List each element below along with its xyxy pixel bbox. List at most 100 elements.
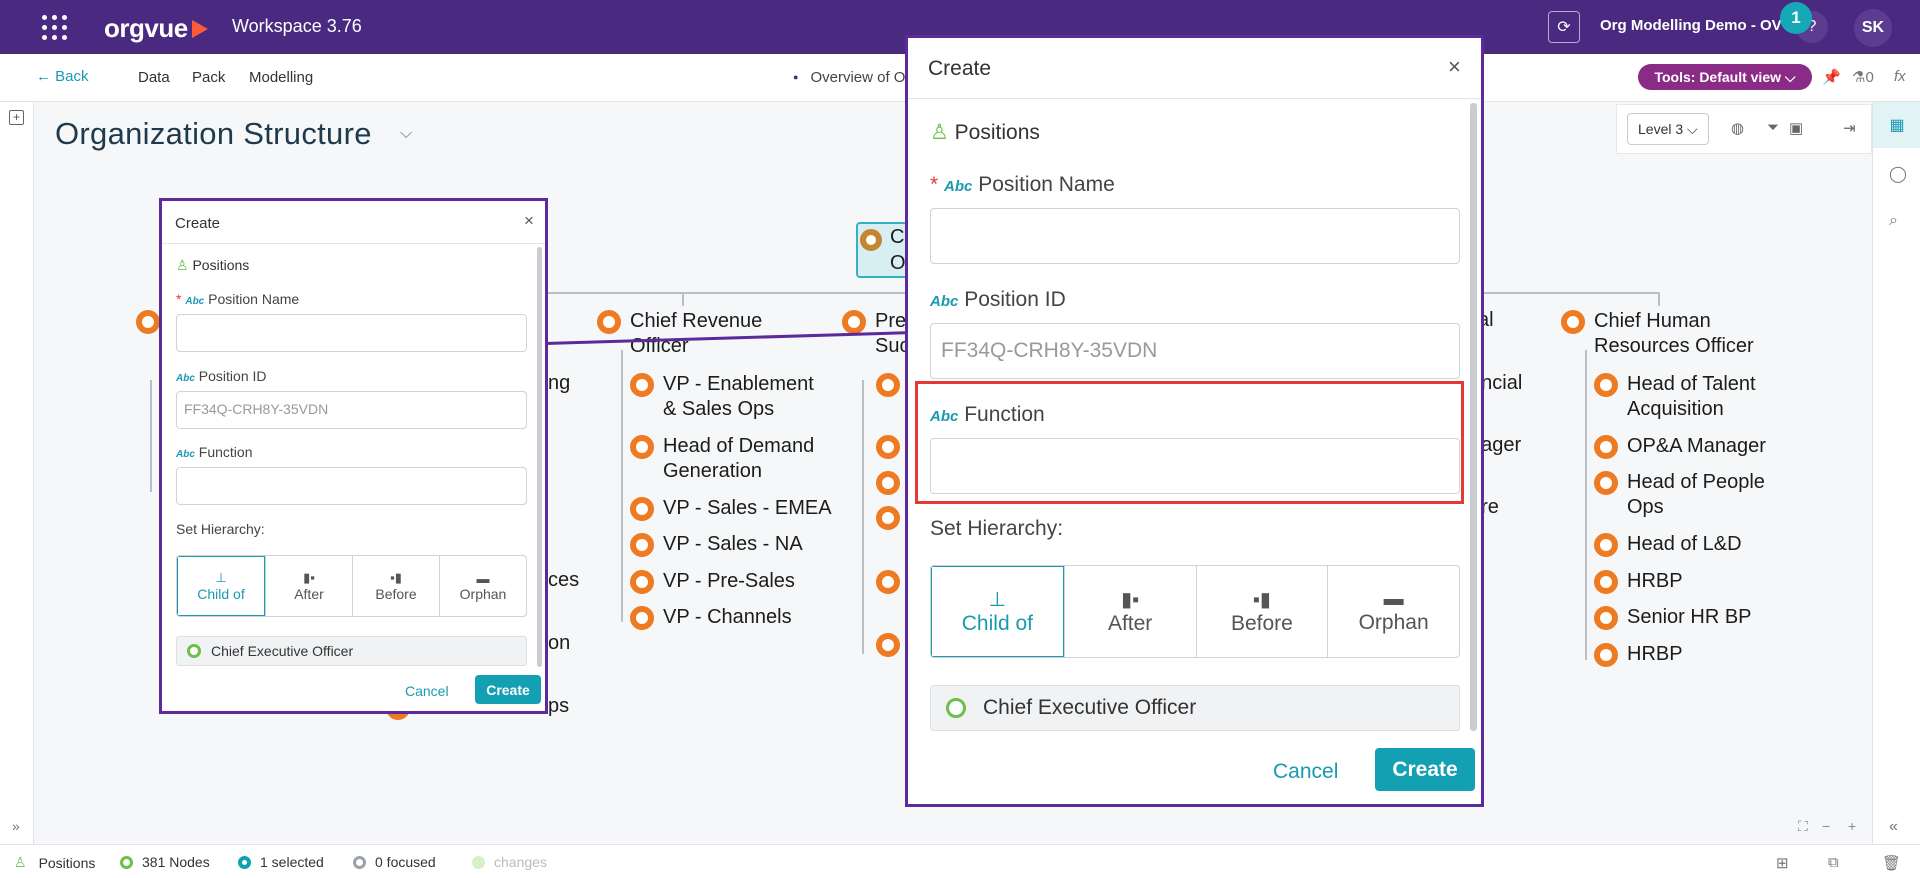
- node-label: Head of Demand: [663, 435, 815, 457]
- org-node[interactable]: VP - Pre-Sales: [630, 569, 795, 594]
- hierarchy-child-of-button[interactable]: ⊥ Child of: [177, 556, 265, 616]
- create-button[interactable]: Create: [1375, 748, 1475, 791]
- hierarchy-before-button[interactable]: ▪▮ Before: [1195, 566, 1328, 657]
- org-node-chro[interactable]: Chief Human Resources Officer: [1561, 309, 1754, 359]
- hierarchy-child-of-button[interactable]: ⊥ Child of: [931, 566, 1064, 657]
- hierarchy-after-button[interactable]: ▮▪ After: [265, 556, 352, 616]
- cancel-button[interactable]: Cancel: [405, 683, 449, 699]
- orgvue-logo[interactable]: orgvue: [104, 13, 208, 44]
- search-icon[interactable]: ⌕: [1889, 212, 1898, 230]
- position-name-input[interactable]: [930, 208, 1460, 264]
- nav-pack[interactable]: Pack: [192, 69, 225, 86]
- node-ring-icon: [876, 570, 900, 594]
- node-panel-icon[interactable]: ◯: [1889, 164, 1907, 184]
- export-icon[interactable]: ⇥: [1843, 119, 1856, 137]
- position-id-input[interactable]: FF34Q-CRH8Y-35VDN: [930, 323, 1460, 379]
- status-changes[interactable]: changes: [472, 854, 547, 870]
- add-node-icon[interactable]: ⊞: [1776, 854, 1789, 872]
- org-node[interactable]: Senior HR BP: [1594, 605, 1752, 630]
- selected-icon: [238, 855, 251, 869]
- fit-screen-icon[interactable]: ⛶: [1798, 818, 1808, 835]
- section-label: Positions: [192, 257, 250, 273]
- pin-icon[interactable]: 📌: [1822, 68, 1841, 86]
- org-node[interactable]: VP - Sales - EMEA: [630, 496, 832, 521]
- field-label: Function: [198, 444, 253, 460]
- org-node[interactable]: Head of Demand Generation: [630, 434, 814, 484]
- function-field-highlight: [915, 381, 1464, 504]
- add-panel-icon[interactable]: +: [9, 110, 24, 125]
- formula-icon[interactable]: fx: [1894, 68, 1906, 85]
- chevron-down-icon[interactable]: ⌵: [400, 125, 412, 143]
- node-label: Chief Revenue: [630, 310, 763, 332]
- view-title[interactable]: Overview of O: [793, 69, 905, 86]
- tools-view-dropdown[interactable]: Tools: Default view ⌵: [1638, 64, 1812, 90]
- text-type-icon: Abc: [176, 449, 195, 460]
- org-node[interactable]: Head of People Ops: [1594, 470, 1765, 520]
- scrollbar[interactable]: [537, 247, 542, 667]
- function-input[interactable]: [176, 467, 527, 505]
- back-link[interactable]: ← Back: [36, 68, 89, 85]
- parent-selector[interactable]: Chief Executive Officer: [930, 685, 1460, 731]
- status-nodes[interactable]: 381 Nodes: [120, 854, 210, 870]
- status-positions[interactable]: ♙ Positions: [14, 854, 95, 871]
- status-focused[interactable]: 0 focused: [353, 854, 436, 870]
- palette-icon[interactable]: ◍: [1731, 119, 1744, 137]
- app-launcher-icon[interactable]: [42, 15, 68, 41]
- filter-icon[interactable]: ⏷: [1767, 119, 1779, 136]
- position-name-input[interactable]: [176, 314, 527, 352]
- close-button[interactable]: ×: [1448, 54, 1461, 80]
- node-ring-icon: [876, 633, 900, 657]
- expand-left-icon[interactable]: »: [12, 818, 20, 834]
- hierarchy-options: ⊥ Child of ▮▪ After ▪▮ Before ▬ Orphan: [176, 555, 527, 617]
- notification-badge[interactable]: 1: [1780, 2, 1812, 34]
- nav-data[interactable]: Data: [138, 69, 170, 86]
- position-id-input[interactable]: FF34Q-CRH8Y-35VDN: [176, 391, 527, 429]
- org-node[interactable]: VP - Sales - NA: [630, 532, 803, 557]
- org-node[interactable]: HRBP: [1594, 642, 1683, 667]
- hierarchy-before-button[interactable]: ▪▮ Before: [352, 556, 439, 616]
- node-label-fragment: on: [548, 632, 571, 654]
- close-button[interactable]: ×: [524, 211, 534, 231]
- hierarchy-after-button[interactable]: ▮▪ After: [1063, 566, 1196, 657]
- duplicate-icon[interactable]: ⧉: [1828, 854, 1839, 871]
- cancel-button[interactable]: Cancel: [1273, 760, 1338, 784]
- chart-panel-icon[interactable]: ▦: [1873, 102, 1920, 148]
- org-node[interactable]: VP - Channels: [630, 605, 792, 630]
- section-label: Positions: [954, 121, 1040, 144]
- node-label: Acquisition: [1627, 398, 1724, 420]
- flask-icon[interactable]: ⚗0: [1852, 68, 1874, 86]
- collapse-right-icon[interactable]: «: [1889, 818, 1898, 836]
- create-button[interactable]: Create: [475, 675, 541, 704]
- dataset-name[interactable]: Org Modelling Demo - OV: [1600, 17, 1782, 34]
- scrollbar[interactable]: [1470, 103, 1477, 731]
- status-selected[interactable]: 1 selected: [238, 854, 324, 870]
- delete-icon[interactable]: 🗑: [1882, 854, 1901, 872]
- zoom-out-icon[interactable]: −: [1822, 818, 1830, 834]
- node-label-fragment: ces: [548, 569, 580, 591]
- position-name-label: * Abc Position Name: [930, 173, 1115, 197]
- hierarchy-orphan-button[interactable]: ▬ Orphan: [1327, 566, 1459, 657]
- logo-text: orgvue: [104, 13, 188, 43]
- node-label: VP - Sales - NA: [663, 533, 803, 555]
- refresh-button[interactable]: ⟳: [1548, 11, 1580, 43]
- node-label: Ops: [1627, 496, 1664, 518]
- zoom-in-icon[interactable]: +: [1848, 818, 1856, 834]
- org-node[interactable]: HRBP: [1594, 569, 1683, 594]
- page-title[interactable]: Organization Structure: [55, 116, 372, 152]
- org-node[interactable]: Head of Talent Acquisition: [1594, 372, 1756, 422]
- org-node[interactable]: Head of L&D: [1594, 532, 1742, 557]
- option-label: Before: [375, 586, 417, 602]
- user-avatar[interactable]: SK: [1854, 9, 1892, 47]
- node-ring-icon: [1561, 310, 1585, 334]
- parent-selector[interactable]: Chief Executive Officer: [176, 636, 527, 666]
- option-label: Child of: [961, 612, 1033, 635]
- org-connector-line: [150, 380, 152, 492]
- parent-name: Chief Executive Officer: [211, 643, 354, 659]
- level-select[interactable]: Level 3 ⌵: [1627, 113, 1709, 145]
- org-node[interactable]: VP - Enablement & Sales Ops: [630, 372, 814, 422]
- hierarchy-orphan-button[interactable]: ▬ Orphan: [439, 556, 526, 616]
- layers-icon[interactable]: ▣: [1789, 119, 1803, 137]
- org-node[interactable]: OP&A Manager: [1594, 434, 1766, 459]
- nav-modelling[interactable]: Modelling: [249, 69, 313, 86]
- org-node-cro[interactable]: Chief Revenue Officer: [597, 309, 762, 359]
